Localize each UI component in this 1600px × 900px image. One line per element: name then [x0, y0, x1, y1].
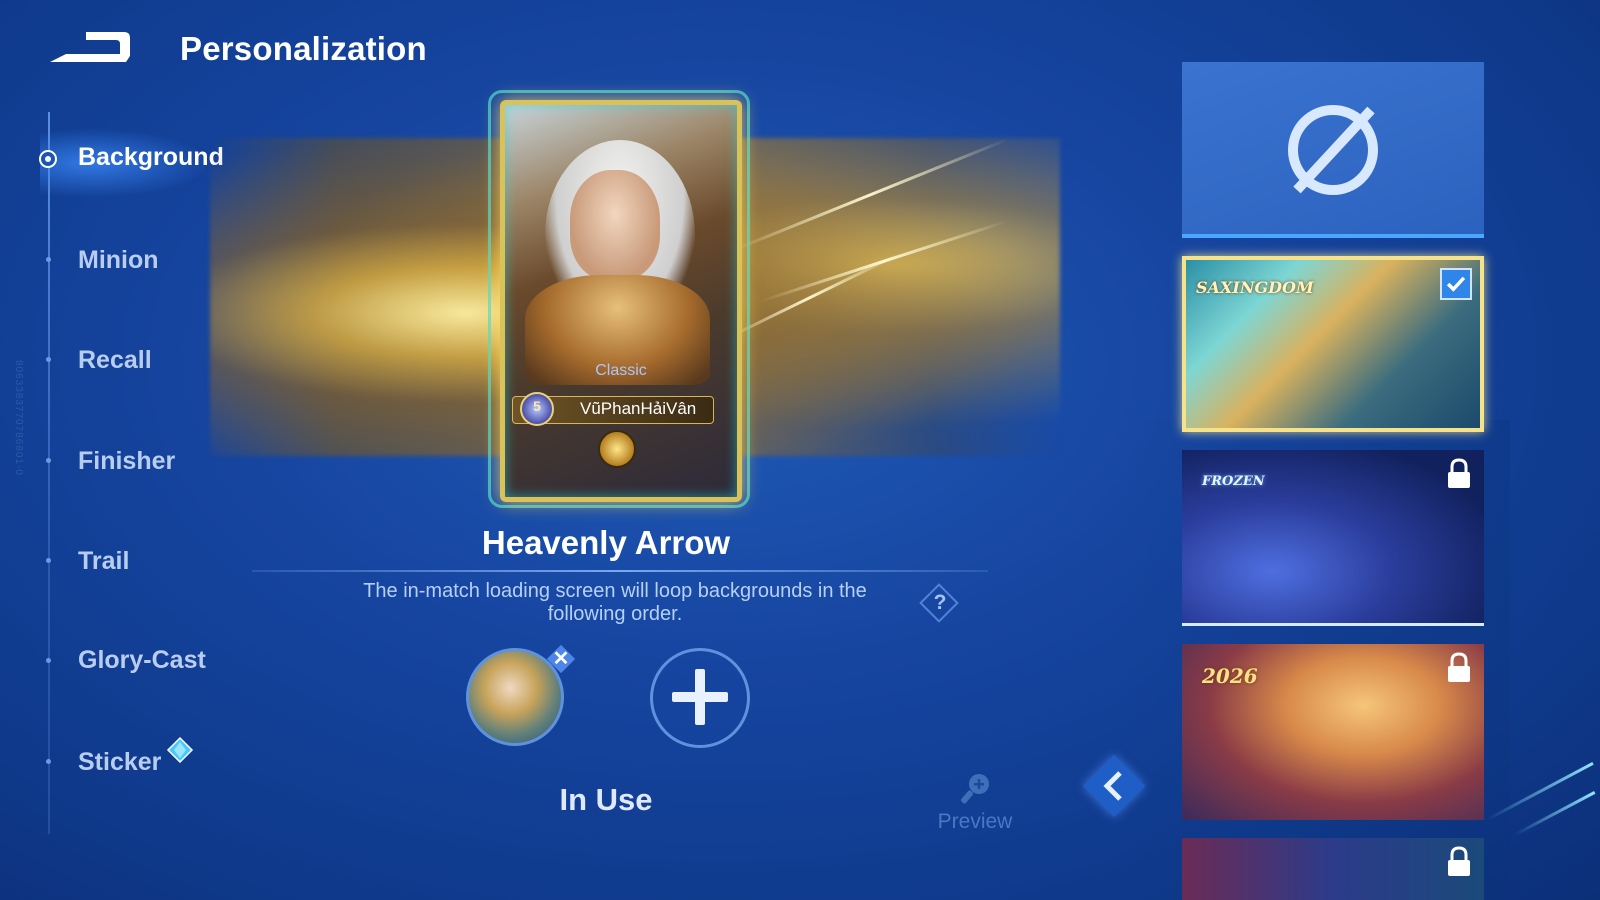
sidebar-item-minion[interactable]: Minion [78, 246, 159, 275]
sidebar-item-sticker[interactable]: Sticker [78, 748, 161, 777]
lock-icon [1448, 846, 1470, 876]
rank-number: 5 [533, 398, 541, 414]
back-arrow-icon[interactable] [46, 28, 132, 66]
preview-button[interactable]: Preview [930, 770, 1020, 834]
option-frozen[interactable]: FROZEN [1182, 450, 1484, 626]
sidebar-track [48, 112, 50, 834]
empty-set-icon [1288, 105, 1378, 195]
sidebar-dot [46, 458, 51, 463]
lock-icon [1448, 458, 1470, 488]
page-title: Personalization [180, 30, 427, 67]
collapse-panel-button[interactable] [1080, 752, 1148, 820]
remove-slot-button[interactable]: ✕ [546, 644, 576, 674]
sidebar-item-finisher[interactable]: Finisher [78, 447, 175, 476]
lock-icon [1448, 652, 1470, 682]
diamond-badge-icon [166, 736, 194, 764]
magnifier-plus-icon [961, 774, 989, 804]
skin-name: Heavenly Arrow [481, 524, 731, 561]
option-new-year-2026[interactable]: 2026 [1182, 644, 1484, 820]
option-none[interactable] [1182, 62, 1484, 238]
divider [252, 570, 988, 572]
sidebar-dot [46, 357, 51, 362]
emblem-coin-icon [598, 430, 636, 468]
loop-description: The in-match loading screen will loop ba… [363, 580, 867, 625]
frozen-logo: FROZEN [1202, 474, 1265, 489]
preview-label: Preview [937, 810, 1013, 833]
sidebar-active-indicator [39, 150, 57, 168]
close-icon: ✕ [552, 648, 570, 670]
help-button[interactable]: ? [919, 583, 959, 623]
player-name: VũPhanHảiVân [580, 399, 697, 418]
chevron-left-icon [1103, 771, 1122, 801]
new-year-logo: 2026 [1202, 664, 1258, 688]
checkmark-icon [1440, 268, 1472, 300]
sidebar-dot [46, 759, 51, 764]
sidebar-dot [46, 558, 51, 563]
card-tier-label: Classic [595, 362, 647, 379]
device-id-text: 8063383770786801-0 [13, 360, 24, 476]
sidebar-item-recall[interactable]: Recall [78, 346, 152, 375]
status-in-use: In Use [559, 782, 653, 817]
sidebar-dot [46, 658, 51, 663]
sidebar-item-trail[interactable]: Trail [78, 547, 129, 576]
plus-icon [695, 669, 705, 725]
hero-face [570, 170, 660, 280]
sidebar-item-background[interactable]: Background [78, 143, 224, 172]
help-label: ? [933, 591, 947, 614]
sidebar-item-glory-cast[interactable]: Glory-Cast [78, 646, 206, 675]
option-heavenly-arrow[interactable]: SAXINGDOM [1182, 256, 1484, 432]
option-partial[interactable] [1182, 838, 1484, 900]
saxingdom-logo: SAXINGDOM [1196, 278, 1314, 297]
sidebar-dot [46, 257, 51, 262]
